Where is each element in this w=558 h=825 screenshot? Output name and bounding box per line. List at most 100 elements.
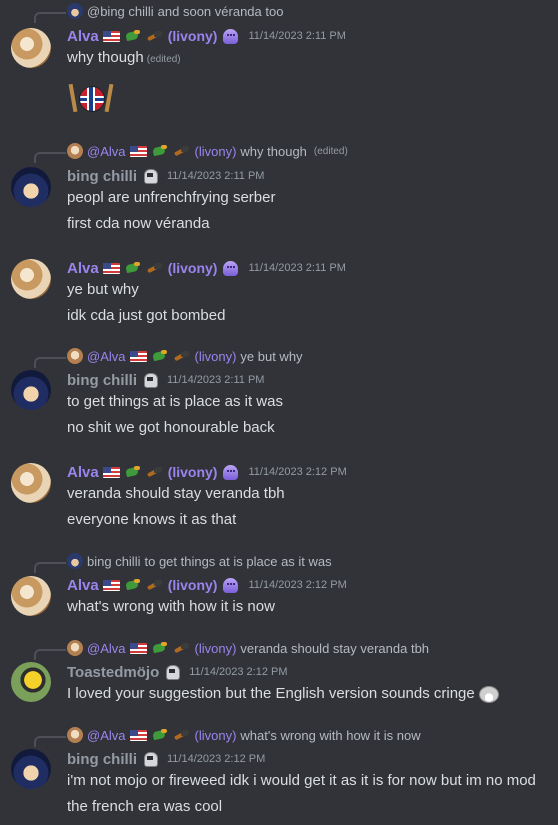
reply-text: veranda should stay veranda tbh: [240, 640, 430, 656]
robot-badge-icon[interactable]: [141, 751, 159, 767]
reply-text: why though: [240, 143, 307, 159]
purple-ghost-badge-icon[interactable]: [221, 577, 240, 594]
timestamp[interactable]: 11/14/2023 2:11 PM: [248, 30, 345, 42]
message-group: @Alva (livony) veranda should stay veran…: [0, 637, 558, 712]
timestamp[interactable]: 11/14/2023 2:12 PM: [189, 666, 287, 678]
avatar[interactable]: [11, 662, 51, 702]
green-gun-emoji-icon: [124, 29, 142, 43]
green-gun-emoji-icon: [124, 578, 142, 592]
trollface-emoji-icon[interactable]: [478, 685, 499, 703]
green-gun-emoji-icon: [151, 641, 169, 655]
author-name[interactable]: Alva: [67, 464, 99, 481]
flag-usa-icon: [102, 579, 120, 591]
green-gun-emoji-icon: [151, 728, 169, 742]
purple-ghost-badge-icon[interactable]: [221, 260, 240, 277]
reply-preview[interactable]: @Alva (livony) what's wrong with how it …: [67, 726, 421, 744]
reply-author[interactable]: @Alva: [87, 728, 126, 743]
reply-avatar-icon: [67, 3, 83, 19]
author-name[interactable]: bing chilli: [67, 168, 137, 185]
reply-author[interactable]: @bing chilli: [87, 4, 154, 19]
purple-ghost-badge-icon[interactable]: [221, 28, 240, 45]
author-name[interactable]: Alva: [67, 577, 99, 594]
message-line: ye but why: [67, 281, 139, 298]
reply-text: to get things at is place as it was: [144, 553, 332, 569]
timestamp[interactable]: 11/14/2023 2:11 PM: [248, 262, 345, 274]
reply-preview[interactable]: bing chilli to get things at is place as…: [67, 552, 332, 570]
author-name[interactable]: bing chilli: [67, 372, 137, 389]
reply-text: ye but why: [240, 348, 303, 364]
message-line: everyone knows it as that: [67, 511, 237, 528]
purple-ghost-badge-icon[interactable]: [221, 464, 240, 481]
author-name[interactable]: Toastedmöjo: [67, 664, 159, 681]
message-group: @Alva (livony) why though (edited) bing …: [0, 140, 558, 240]
reply-avatar-icon: [67, 640, 83, 656]
message-group: @Alva (livony) ye but why bing chilli 11…: [0, 345, 558, 445]
avatar[interactable]: [11, 259, 51, 299]
robot-badge-icon[interactable]: [141, 168, 159, 184]
author-name[interactable]: Alva: [67, 28, 99, 45]
reply-preview[interactable]: @Alva (livony) why though (edited): [67, 142, 348, 160]
edited-label: (edited): [313, 145, 348, 157]
reply-avatar-icon: [67, 348, 83, 364]
message-line: i'm not mojo or fireweed idk i would get…: [67, 772, 536, 789]
message-line: veranda should stay veranda tbh: [67, 485, 285, 502]
message-group: Alva (livony) 11/14/2023 2:11 PM why tho…: [0, 22, 558, 122]
message-group: Alva (livony) 11/14/2023 2:11 PM ye but …: [0, 255, 558, 330]
bird-emoji-icon: [173, 349, 191, 363]
message-text: why though (edited): [67, 47, 181, 69]
reply-author[interactable]: @Alva: [87, 144, 126, 159]
message-line: peopl are unfrenchfrying serber: [67, 189, 276, 206]
avatar[interactable]: [11, 749, 51, 789]
bird-emoji-icon: [173, 728, 191, 742]
reply-preview[interactable]: @Alva (livony) veranda should stay veran…: [67, 639, 429, 657]
robot-badge-icon[interactable]: [141, 372, 159, 388]
message-line: first cda now véranda: [67, 215, 210, 232]
avatar[interactable]: [11, 370, 51, 410]
bird-emoji-icon: [173, 641, 191, 655]
message-line: no shit we got honourable back: [67, 419, 275, 436]
green-gun-emoji-icon: [151, 144, 169, 158]
reply-tag: (livony): [194, 727, 237, 743]
green-gun-emoji-icon: [124, 465, 142, 479]
timestamp[interactable]: 11/14/2023 2:11 PM: [167, 170, 264, 182]
flag-usa-icon: [102, 262, 120, 274]
reply-preview-top[interactable]: @bing chilli and soon véranda too: [0, 0, 558, 23]
message-line: why though: [67, 49, 144, 66]
message-line: idk cda just got bombed: [67, 307, 226, 324]
message-group: @Alva (livony) what's wrong with how it …: [0, 724, 558, 824]
author-name[interactable]: bing chilli: [67, 751, 137, 768]
avatar[interactable]: [11, 167, 51, 207]
timestamp[interactable]: 11/14/2023 2:11 PM: [167, 374, 264, 386]
norway-ball-emoji-icon[interactable]: [67, 82, 115, 114]
edited-label: (edited): [146, 54, 181, 65]
avatar[interactable]: [11, 463, 51, 503]
timestamp[interactable]: 11/14/2023 2:12 PM: [248, 579, 346, 591]
avatar[interactable]: [11, 28, 51, 68]
green-gun-emoji-icon: [124, 261, 142, 275]
reply-preview[interactable]: @Alva (livony) ye but why: [67, 347, 303, 365]
message-text: I loved your suggestion but the English …: [67, 683, 499, 705]
message-line: to get things at is place as it was: [67, 393, 283, 410]
reply-author[interactable]: bing chilli: [87, 554, 140, 569]
timestamp[interactable]: 11/14/2023 2:12 PM: [248, 466, 346, 478]
message-line: I loved your suggestion but the English …: [67, 685, 475, 702]
reply-avatar-icon: [67, 727, 83, 743]
avatar[interactable]: [11, 576, 51, 616]
flag-usa-icon: [102, 466, 120, 478]
reply-author[interactable]: @Alva: [87, 349, 126, 364]
author-name[interactable]: Alva: [67, 260, 99, 277]
green-gun-emoji-icon: [151, 349, 169, 363]
reply-text: what's wrong with how it is now: [240, 727, 421, 743]
flag-usa-icon: [129, 145, 147, 157]
timestamp[interactable]: 11/14/2023 2:12 PM: [167, 753, 265, 765]
reply-text: and soon véranda too: [157, 3, 284, 19]
flag-usa-icon: [129, 642, 147, 654]
reply-tag: (livony): [194, 348, 237, 364]
robot-badge-icon[interactable]: [163, 664, 181, 680]
flag-usa-icon: [129, 350, 147, 362]
bird-emoji-icon: [146, 29, 164, 43]
author-tag: (livony): [167, 577, 218, 593]
reply-author[interactable]: @Alva: [87, 641, 126, 656]
bird-emoji-icon: [146, 465, 164, 479]
author-tag: (livony): [167, 28, 218, 44]
